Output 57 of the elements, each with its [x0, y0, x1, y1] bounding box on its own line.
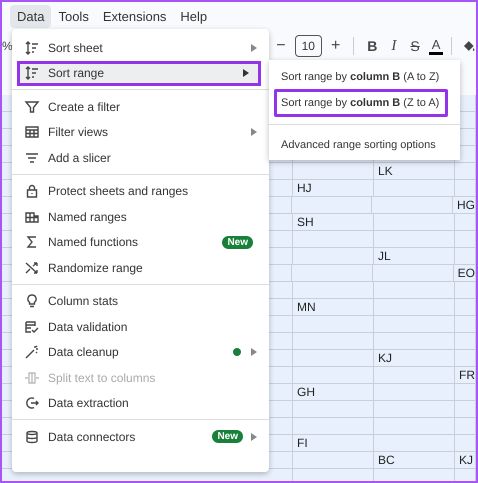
- lock-icon: [24, 183, 40, 200]
- cell-text: HJ: [297, 181, 312, 195]
- cell-text: HG: [457, 198, 475, 212]
- menu-item[interactable]: Data extraction: [12, 390, 269, 416]
- cell-text: LK: [378, 164, 393, 178]
- cell-text: GH: [297, 385, 315, 399]
- menu-bar-item[interactable]: Extensions: [96, 4, 174, 28]
- new-badge: New: [222, 236, 253, 249]
- menu-item[interactable]: Sort range by column B (Z to A): [274, 89, 448, 117]
- menu-item[interactable]: Data cleanup: [12, 340, 269, 365]
- cell-text: FI: [297, 436, 308, 450]
- bulb-icon: [24, 293, 40, 310]
- font-size-field[interactable]: 10: [294, 35, 322, 57]
- shuffle-icon: [24, 260, 40, 276]
- menu-item[interactable]: Filter views: [12, 120, 269, 145]
- sort-icon: [24, 65, 40, 82]
- zoom-text[interactable]: %: [2, 39, 13, 53]
- text-color-button[interactable]: A: [428, 38, 444, 54]
- cell-text: JL: [378, 249, 391, 263]
- cell-text: SH: [297, 215, 314, 229]
- cell-text: KJ: [459, 453, 474, 467]
- bold-button[interactable]: B: [362, 38, 382, 54]
- menu-bar-item[interactable]: Data: [10, 4, 52, 28]
- cell-text: BC: [378, 453, 395, 467]
- split-icon: [24, 370, 40, 386]
- extract-icon: [24, 395, 40, 412]
- grid-icon: [24, 124, 40, 140]
- menu-item[interactable]: Named ranges: [12, 204, 269, 230]
- menu-bar-item[interactable]: Help: [173, 4, 214, 28]
- strikethrough-button[interactable]: S: [405, 38, 425, 54]
- menu-item[interactable]: Named functions New: [12, 230, 269, 255]
- menu-item[interactable]: Advanced range sorting options: [269, 133, 460, 157]
- menu-item[interactable]: Data validation: [12, 314, 269, 340]
- italic-button[interactable]: I: [386, 38, 402, 54]
- decrease-font-button[interactable]: −: [271, 37, 291, 55]
- database-icon: [24, 428, 40, 445]
- sort-icon: [24, 40, 40, 56]
- menu-item[interactable]: Protect sheets and ranges: [12, 178, 269, 204]
- wand-icon: [24, 344, 40, 360]
- menu-item[interactable]: Sort range: [17, 60, 261, 86]
- menu-item[interactable]: Create a filter: [12, 94, 269, 120]
- menu-item[interactable]: Data connectors New: [12, 424, 269, 450]
- increase-font-button[interactable]: +: [326, 37, 346, 55]
- menu-item[interactable]: Column stats: [12, 288, 269, 314]
- cell-text: MN: [297, 300, 316, 314]
- cell-text: FR: [459, 368, 475, 382]
- new-badge: New: [212, 430, 243, 444]
- menu-bar-item[interactable]: Tools: [51, 4, 96, 28]
- menu-item[interactable]: Sort sheet: [12, 35, 269, 60]
- cell-text: KJ: [378, 351, 392, 365]
- paint-bucket-icon[interactable]: [462, 39, 476, 53]
- cell-text: EO: [458, 266, 475, 280]
- checklist-icon: [24, 318, 40, 335]
- menu-item[interactable]: Add a slicer: [12, 145, 269, 170]
- menu-item[interactable]: Randomize range: [12, 255, 269, 280]
- menu-item[interactable]: Sort range by column B (A to Z): [269, 65, 460, 89]
- filter-icon: [24, 98, 40, 115]
